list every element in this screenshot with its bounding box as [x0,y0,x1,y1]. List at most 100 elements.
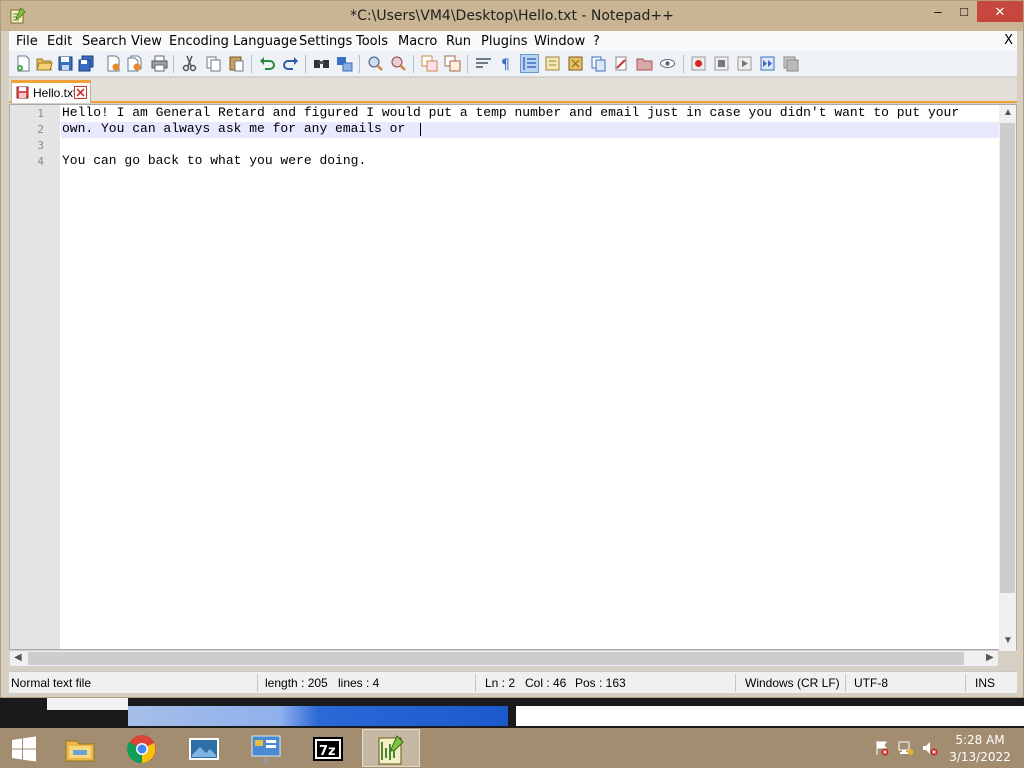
clock-time[interactable]: 5:28 AM [950,733,1010,747]
zoom-out-icon[interactable] [390,55,407,72]
windows-start-icon[interactable] [10,736,38,762]
scroll-left-arrow-icon[interactable]: ◀ [14,652,22,663]
menu-window[interactable]: Window [534,34,585,49]
taskbar: 7z 5:28 AM 3/13/2022 [0,728,1024,768]
status-separator [735,674,736,692]
unsaved-file-icon [16,86,29,99]
status-eol[interactable]: Windows (CR LF) [745,676,840,690]
paste-icon[interactable] [228,55,245,72]
text-area[interactable]: Hello! I am General Retard and figured I… [61,105,999,649]
replace-icon[interactable] [336,55,353,72]
taskbar-7zip[interactable]: 7z [300,729,358,767]
show-all-chars-icon[interactable]: ¶ [498,55,515,72]
scroll-down-arrow-icon[interactable]: ▼ [1003,635,1013,646]
menu-search[interactable]: Search [82,34,127,49]
window-title: *C:\Users\VM4\Desktop\Hello.txt - Notepa… [350,8,674,24]
editor-pane[interactable]: 1 2 3 4 Hello! I am General Retard and f… [9,104,1017,651]
save-macro-icon[interactable] [782,55,799,72]
scroll-right-arrow-icon[interactable]: ▶ [986,652,994,663]
horizontal-scroll-thumb[interactable] [28,652,964,665]
close-all-icon[interactable] [126,55,143,72]
function-list-icon[interactable] [590,55,607,72]
tab-label: Hello.txt [33,86,77,100]
title-bar[interactable]: *C:\Users\VM4\Desktop\Hello.txt - Notepa… [1,1,1023,31]
line-number: 3 [37,139,44,152]
status-insert-mode[interactable]: INS [975,676,995,690]
menu-encoding[interactable]: Encoding [169,34,229,49]
cut-icon[interactable] [181,55,198,72]
action-center-flag-icon[interactable] [874,740,890,756]
text-line[interactable]: Hello! I am General Retard and figured I… [62,105,959,120]
language-definition-icon[interactable] [544,55,561,72]
toolbar-separator [305,55,306,73]
document-map-icon[interactable] [567,55,584,72]
status-file-type: Normal text file [11,676,92,690]
menu-plugins[interactable]: Plugins [481,34,528,49]
vertical-scrollbar[interactable]: ▲ ▼ [999,105,1016,651]
vertical-scroll-thumb[interactable] [1000,123,1015,593]
horizontal-scrollbar[interactable]: ◀ ▶ [9,650,999,667]
sync-vertical-icon[interactable] [421,55,438,72]
new-file-icon[interactable] [15,55,32,72]
taskbar-photos[interactable] [176,729,234,767]
line-number: 2 [37,123,44,136]
menu-help[interactable]: ? [593,34,600,49]
menu-language[interactable]: Language [233,34,297,49]
taskbar-preview-strip [0,698,1024,728]
playback-icon[interactable] [736,55,753,72]
taskbar-notepad-plus-plus[interactable] [362,729,420,767]
status-length: length : 205 [265,676,328,690]
redo-icon[interactable] [282,55,299,72]
menu-macro[interactable]: Macro [398,34,437,49]
close-document-button[interactable]: X [1004,33,1013,48]
maximize-button[interactable]: □ [949,1,979,22]
save-all-icon[interactable] [78,55,95,72]
record-macro-icon[interactable] [690,55,707,72]
7zip-label: 7z [319,744,336,759]
undo-icon[interactable] [259,55,276,72]
close-tab-icon[interactable] [74,86,87,99]
run-macro-multiple-icon[interactable] [759,55,776,72]
text-line[interactable]: You can go back to what you were doing. [62,153,366,168]
sync-horizontal-icon[interactable] [444,55,461,72]
zoom-in-icon[interactable] [367,55,384,72]
preview-strip-segment [128,706,508,726]
menu-settings[interactable]: Settings [299,34,352,49]
preview-strip-segment [47,698,128,710]
7zip-icon: 7z [313,737,343,761]
open-file-icon[interactable] [36,55,53,72]
save-icon[interactable] [57,55,74,72]
folder-as-workspace-icon[interactable] [613,55,630,72]
toolbar-separator [467,55,468,73]
eye-monitoring-icon[interactable] [659,55,676,72]
taskbar-chrome[interactable] [114,729,172,767]
copy-icon[interactable] [205,55,222,72]
taskbar-control-panel[interactable] [238,729,296,767]
word-wrap-icon[interactable] [475,55,492,72]
scroll-up-arrow-icon[interactable]: ▲ [1003,107,1013,118]
status-encoding[interactable]: UTF-8 [854,676,888,690]
menu-run[interactable]: Run [446,34,471,49]
status-pos: Pos : 163 [575,676,626,690]
network-icon[interactable] [898,740,914,756]
menu-view[interactable]: View [131,34,162,49]
clock-date[interactable]: 3/13/2022 [946,750,1014,764]
find-icon[interactable] [313,55,330,72]
status-lines: lines : 4 [338,676,380,690]
close-icon[interactable] [105,55,122,72]
print-icon[interactable] [151,55,168,72]
menu-file[interactable]: File [16,34,38,49]
tab-hello-txt[interactable]: Hello.txt [11,80,91,103]
toolbar: ¶ [9,51,1017,77]
text-line[interactable]: own. You can always ask me for any email… [62,121,413,136]
svg-text:¶: ¶ [501,57,510,72]
indent-guide-icon[interactable] [520,54,539,73]
taskbar-file-explorer[interactable] [52,729,110,767]
stop-recording-icon[interactable] [713,55,730,72]
monitoring-icon[interactable] [636,55,653,72]
volume-muted-icon[interactable] [922,740,938,756]
close-window-button[interactable]: ✕ [977,1,1023,22]
status-separator [965,674,966,692]
menu-edit[interactable]: Edit [47,34,72,49]
menu-tools[interactable]: Tools [356,34,388,49]
